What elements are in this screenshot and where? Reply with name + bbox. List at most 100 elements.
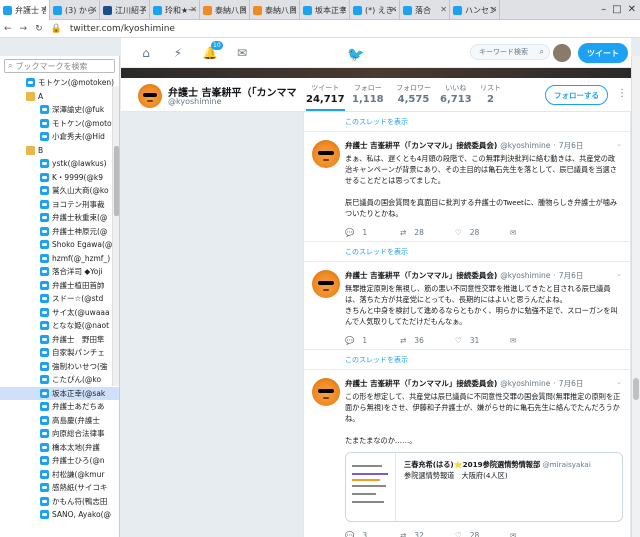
bookmark-item[interactable]: スドー☆(@std [0, 292, 119, 306]
browser-tab[interactable]: 泰納八目 ✕ [200, 0, 250, 20]
tab-close-icon[interactable]: ✕ [190, 5, 197, 14]
show-thread-link[interactable]: このスレッドを表示 [304, 350, 630, 370]
bookmark-folder[interactable]: B [0, 144, 119, 158]
bookmark-item[interactable]: こたぴん(@ko [0, 373, 119, 387]
bookmark-item[interactable]: 感熱紙(サイコキ [0, 481, 119, 495]
bookmark-item[interactable]: 弁護士ひろ(@n [0, 454, 119, 468]
browser-tab[interactable]: (3) からの✕ [50, 0, 100, 20]
browser-tab[interactable]: 泰納八目 ✕ [250, 0, 300, 20]
bookmark-item[interactable]: ヨコテン刑事裁 [0, 198, 119, 212]
bookmark-item[interactable]: 坂本正幸(@sak [0, 386, 119, 400]
profile-stat[interactable]: いいね 6,713 [440, 83, 472, 105]
bookmark-item[interactable]: 橋本太地(弁護 [0, 441, 119, 455]
close-icon[interactable]: ✕ [628, 4, 636, 15]
browser-tab[interactable]: 弁護士 吉峯✕ [0, 0, 50, 20]
chevron-down-icon[interactable]: ⌄ [616, 270, 622, 278]
browser-tab[interactable]: 玲和★一 ✕ [150, 0, 200, 20]
profile-stat[interactable]: リスト 2 [480, 83, 501, 105]
bookmark-item[interactable]: SANO, Ayako(@ [0, 508, 119, 522]
embedded-tweet-card[interactable]: 三春充希(はる)⭐2019参院選情勢情報部 @miraisyakai 参院選情勢報… [345, 452, 623, 522]
page-scrollbar[interactable] [631, 56, 640, 537]
forward-icon[interactable]: → [20, 24, 28, 34]
browser-tab[interactable]: ハンセン ✕ [450, 0, 500, 20]
like-button[interactable]: ♡ 28 [455, 531, 510, 537]
bookmark-item[interactable]: かもん符(鴨志田 [0, 495, 119, 509]
follow-button[interactable]: フォローする [545, 85, 608, 105]
tab-close-icon[interactable]: ✕ [240, 5, 247, 14]
more-icon[interactable]: ⋮ [617, 88, 627, 99]
browser-tab[interactable]: 坂本正幸 ✕ [300, 0, 350, 20]
tab-close-icon[interactable]: ✕ [390, 5, 397, 14]
minimize-icon[interactable]: – [601, 4, 606, 15]
tweet-author[interactable]: 弁護士 吉峯耕平（「カンママル」接続委員会) [345, 378, 497, 389]
bookmark-item[interactable]: K・9999(@k9 [0, 171, 119, 185]
reply-button[interactable]: 💬 1 [345, 336, 400, 345]
browser-tab[interactable]: (*) えきく✕ [350, 0, 400, 20]
bookmark-folder[interactable]: A [0, 90, 119, 104]
bookmark-item[interactable]: 高島慶(弁護士 [0, 414, 119, 428]
tweet[interactable]: ⌄ 弁護士 吉峯耕平（「カンママル」接続委員会) @kyoshimine · 7月6日無… [304, 262, 630, 350]
show-thread-link[interactable]: このスレッドを表示 [304, 112, 630, 132]
bookmark-item[interactable]: 強制わいせつ(強 [0, 360, 119, 374]
user-avatar[interactable] [553, 44, 571, 62]
reply-button[interactable]: 💬 1 [345, 228, 400, 237]
tweet[interactable]: ⌄ 弁護士 吉峯耕平（「カンママル」接続委員会) @kyoshimine · 7月6日ま… [304, 132, 630, 242]
chevron-down-icon[interactable]: ⌄ [616, 378, 622, 386]
back-icon[interactable]: ← [4, 24, 12, 34]
search-input[interactable]: キーワード検索 ⌕ [470, 44, 550, 60]
bookmark-item[interactable]: 弁護士植田首帥 [0, 279, 119, 293]
bookmark-item[interactable]: 自家製パンチェ [0, 346, 119, 360]
tab-close-icon[interactable]: ✕ [90, 5, 97, 14]
bookmark-item[interactable]: 向原総合法律事 [0, 427, 119, 441]
sidebar-scrollbar[interactable] [112, 86, 119, 386]
bookmark-item[interactable]: 落合洋司 ◆Yoji [0, 265, 119, 279]
tweet-avatar[interactable] [312, 378, 340, 406]
tab-close-icon[interactable]: ✕ [490, 5, 497, 14]
tab-close-icon[interactable]: ✕ [340, 5, 347, 14]
bookmark-search-input[interactable]: ⌕ ブックマークを検索 [4, 59, 115, 73]
bookmark-item[interactable]: サイ太(@uwaaa [0, 306, 119, 320]
notifications-icon[interactable]: 🔔 10 [203, 40, 223, 60]
tab-close-icon[interactable]: ✕ [440, 5, 447, 14]
profile-stat[interactable]: ツイート 24,717 [306, 83, 345, 111]
bookmark-item[interactable]: 小倉秀夫(@Hid [0, 130, 119, 144]
url-field[interactable]: twitter.com/kyoshimine [70, 24, 175, 34]
profile-avatar[interactable] [138, 84, 162, 108]
bookmark-item[interactable]: ystk(@lawkus) [0, 157, 119, 171]
retweet-button[interactable]: ⇄ 32 [400, 531, 455, 537]
bookmark-item[interactable]: 弁護士 野田隼 [0, 333, 119, 347]
tab-close-icon[interactable]: ✕ [290, 5, 297, 14]
tweet-button[interactable]: ツイート [578, 43, 628, 63]
share-button[interactable]: ✉ [510, 228, 565, 237]
chevron-down-icon[interactable]: ⌄ [616, 140, 622, 148]
bookmark-item[interactable]: モトケン(@moto [0, 117, 119, 131]
twitter-bird-icon[interactable]: 🐦 [347, 47, 364, 63]
home-icon[interactable]: ⌂ [139, 46, 153, 60]
like-button[interactable]: ♡ 31 [455, 336, 510, 345]
profile-stat[interactable]: フォロー 1,118 [352, 83, 384, 105]
bookmark-item[interactable]: 深澤諭史(@fuk [0, 103, 119, 117]
bookmark-item[interactable]: モトケン(@motoken) [0, 76, 119, 90]
bookmark-item[interactable]: 弁護士秋重束(@ [0, 211, 119, 225]
browser-tab[interactable]: 江川紹子 ✕ [100, 0, 150, 20]
bookmark-item[interactable]: 村松謙(@kmur [0, 468, 119, 482]
profile-stat[interactable]: フォロワー 4,575 [396, 83, 431, 105]
tweet-date[interactable]: 7月6日 [559, 270, 584, 281]
moments-icon[interactable]: ⚡ [171, 46, 185, 60]
tweet-date[interactable]: 7月6日 [559, 378, 584, 389]
maximize-icon[interactable]: □ [612, 4, 621, 15]
bookmark-item[interactable]: hzmf(@_hzmf_) [0, 252, 119, 266]
tweet-author[interactable]: 弁護士 吉峯耕平（「カンママル」接続委員会) [345, 270, 497, 281]
reload-icon[interactable]: ↻ [35, 24, 43, 34]
retweet-button[interactable]: ⇄ 28 [400, 228, 455, 237]
bookmark-item[interactable]: 鷲久山大商(@ko [0, 184, 119, 198]
share-button[interactable]: ✉ [510, 336, 565, 345]
tweet-avatar[interactable] [312, 140, 340, 168]
messages-icon[interactable]: ✉ [235, 46, 249, 60]
bookmark-item[interactable]: Shoko Egawa(@ [0, 238, 119, 252]
tab-close-icon[interactable]: ✕ [40, 5, 47, 14]
tweet-date[interactable]: 7月6日 [559, 140, 584, 151]
reply-button[interactable]: 💬 3 [345, 531, 400, 537]
tweet[interactable]: ⌄ 弁護士 吉峯耕平（「カンママル」接続委員会) @kyoshimine · 7月6日こ… [304, 370, 630, 537]
bookmark-item[interactable]: 弁護士あだちあ [0, 400, 119, 414]
